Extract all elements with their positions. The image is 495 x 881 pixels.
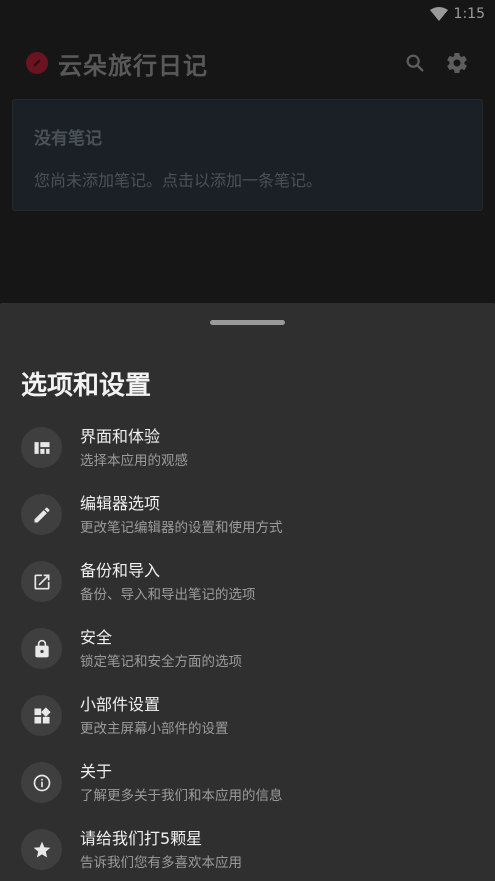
app-title: 云朵旅行日记: [58, 52, 208, 80]
empty-message: 您尚未添加笔记。点击以添加一条笔记。: [34, 171, 323, 190]
menu-item-subtitle: 了解更多关于我们和本应用的信息: [80, 788, 283, 804]
menu-item-widgets[interactable]: 小部件设置 更改主屏幕小部件的设置: [0, 687, 495, 747]
search-icon: [406, 54, 424, 72]
menu-item-backup[interactable]: 备份和导入 备份、导入和导出笔记的选项: [0, 553, 495, 613]
menu-item-subtitle: 告诉我们您有多喜欢本应用: [80, 855, 242, 871]
settings-button[interactable]: [444, 50, 470, 76]
menu-item-label: 安全: [80, 628, 113, 647]
info-icon: [21, 762, 62, 803]
drag-handle[interactable]: [210, 320, 285, 325]
lock-icon: [21, 628, 62, 669]
menu-item-label: 关于: [80, 762, 113, 781]
search-button[interactable]: [402, 50, 428, 76]
status-time: 1:15: [453, 6, 485, 22]
star-icon: [21, 829, 62, 870]
menu-item-label: 请给我们打5颗星: [80, 829, 203, 848]
open-external-icon: [21, 561, 62, 602]
menu-item-rate[interactable]: 请给我们打5颗星 告诉我们您有多喜欢本应用: [0, 821, 495, 881]
options-bottom-sheet: 选项和设置 界面和体验 选择本应用的观感 编辑器选项 更改笔记编辑器的设置和使用…: [0, 303, 495, 881]
menu-item-about[interactable]: 关于 了解更多关于我们和本应用的信息: [0, 754, 495, 814]
menu-item-subtitle: 备份、导入和导出笔记的选项: [80, 587, 256, 603]
dashboard-icon: [21, 427, 62, 468]
menu-item-subtitle: 锁定笔记和安全方面的选项: [80, 654, 242, 670]
app-logo: [26, 52, 48, 74]
menu-item-security[interactable]: 安全 锁定笔记和安全方面的选项: [0, 620, 495, 680]
menu-item-editor[interactable]: 编辑器选项 更改笔记编辑器的设置和使用方式: [0, 486, 495, 546]
empty-notes-card[interactable]: 没有笔记 您尚未添加笔记。点击以添加一条笔记。: [12, 99, 483, 211]
menu-item-label: 小部件设置: [80, 695, 161, 714]
menu-item-subtitle: 选择本应用的观感: [80, 453, 188, 469]
menu-item-subtitle: 更改笔记编辑器的设置和使用方式: [80, 520, 283, 536]
menu-item-label: 编辑器选项: [80, 494, 161, 513]
status-bar: 1:15: [0, 0, 495, 28]
empty-title: 没有笔记: [34, 129, 102, 149]
widgets-icon: [21, 695, 62, 736]
settings-icon: [447, 53, 467, 74]
pencil-icon: [21, 494, 62, 535]
menu-item-label: 备份和导入: [80, 561, 161, 580]
menu-item-label: 界面和体验: [80, 427, 161, 446]
app-bar: 云朵旅行日记: [0, 30, 495, 96]
menu-item-subtitle: 更改主屏幕小部件的设置: [80, 721, 229, 737]
sheet-title: 选项和设置: [21, 371, 152, 401]
menu-item-appearance[interactable]: 界面和体验 选择本应用的观感: [0, 419, 495, 479]
wifi-icon: [429, 7, 448, 21]
